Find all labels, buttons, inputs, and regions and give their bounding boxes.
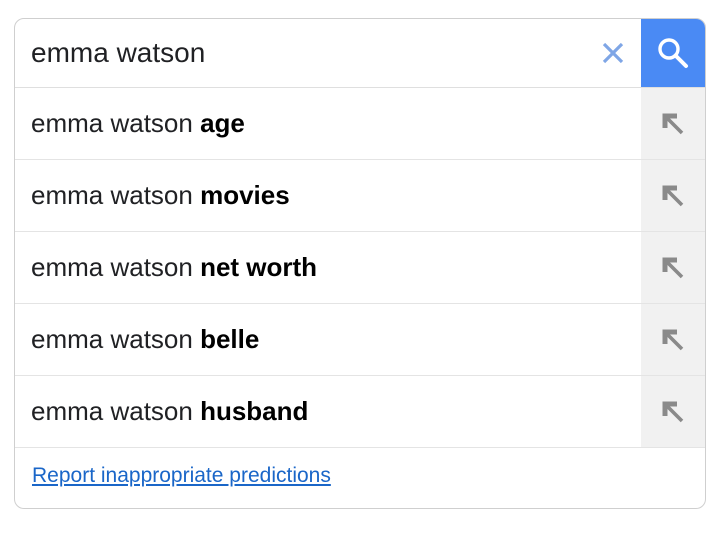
suggestion-text: emma watson age [31,88,245,159]
suggestion-text: emma watson movies [31,160,290,231]
arrow-up-left-icon [662,113,684,134]
suggestion-completion: belle [200,324,260,354]
suggestion-prefix: emma watson [31,396,201,426]
arrow-up-left-icon [662,329,684,350]
search-button[interactable] [641,19,705,87]
fill-suggestion-button[interactable] [641,88,705,159]
fill-suggestion-button[interactable] [641,232,705,303]
autocomplete-footer: Report inappropriate predictions [15,448,705,508]
suggestion-text: emma watson net worth [31,232,317,303]
suggestion-item[interactable]: emma watson age [15,88,705,160]
arrow-up-left-icon [662,257,684,278]
suggestion-prefix: emma watson [31,324,201,354]
fill-suggestion-button[interactable] [641,304,705,375]
suggestion-completion: net worth [200,252,318,282]
suggestion-item[interactable]: emma watson net worth [15,232,705,304]
fill-suggestion-button[interactable] [641,160,705,231]
report-predictions-link[interactable]: Report inappropriate predictions [32,464,331,488]
suggestion-text: emma watson belle [31,304,259,375]
suggestion-prefix: emma watson [31,252,201,282]
magnifier-icon [658,38,688,68]
suggestion-completion: movies [200,180,290,210]
suggestion-item[interactable]: emma watson husband [15,376,705,448]
search-bar [15,19,705,88]
search-input[interactable] [15,19,585,87]
suggestion-text: emma watson husband [31,376,308,447]
suggestion-completion: husband [200,396,309,426]
arrow-up-left-icon [662,401,684,422]
fill-suggestion-button[interactable] [641,376,705,447]
close-icon [602,42,624,64]
search-autocomplete-panel: emma watson age emma watson movies emma … [14,18,706,509]
clear-button[interactable] [585,19,641,87]
suggestion-item[interactable]: emma watson belle [15,304,705,376]
arrow-up-left-icon [662,185,684,206]
suggestion-prefix: emma watson [31,108,201,138]
suggestion-item[interactable]: emma watson movies [15,160,705,232]
suggestion-completion: age [200,108,245,138]
suggestion-prefix: emma watson [31,180,201,210]
